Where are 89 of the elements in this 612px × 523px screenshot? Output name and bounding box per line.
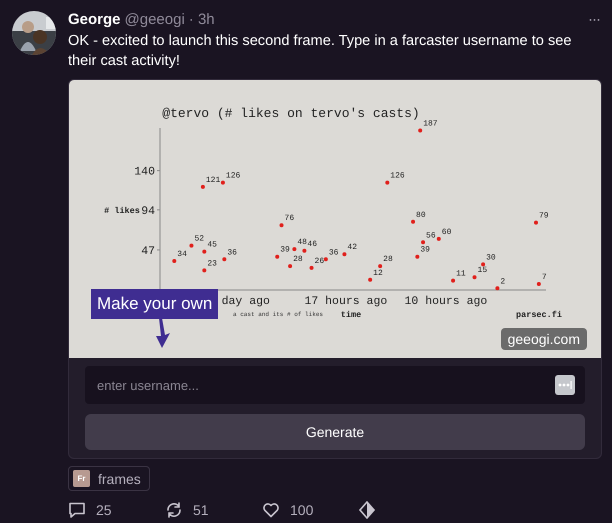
data-point xyxy=(534,220,538,225)
data-label: 60 xyxy=(442,228,452,237)
data-label: 12 xyxy=(373,268,383,278)
data-label: 126 xyxy=(226,172,240,181)
data-point xyxy=(189,244,194,248)
data-label: 48 xyxy=(297,238,307,248)
data-point xyxy=(202,250,206,254)
chart-title: @tervo (# likes on tervo's casts) xyxy=(162,106,420,121)
data-point xyxy=(536,282,541,286)
data-label: 80 xyxy=(416,210,426,220)
post-text: OK - excited to launch this second frame. Type in a farcaster username to see their cast activity! xyxy=(68,32,572,71)
data-point xyxy=(495,286,500,290)
data-label: 76 xyxy=(284,214,294,224)
data-point xyxy=(202,268,206,272)
data-point xyxy=(421,240,426,244)
data-point xyxy=(310,266,314,270)
comment-icon[interactable] xyxy=(68,501,86,519)
action-count: 100 xyxy=(290,502,314,518)
data-label: 52 xyxy=(194,234,204,244)
axis-label: time xyxy=(340,310,362,320)
data-label: 121 xyxy=(206,176,220,185)
tick-label: 10 hours ago xyxy=(404,295,488,308)
heart-icon[interactable] xyxy=(262,501,280,519)
channel-name: frames xyxy=(98,470,141,486)
make-your-own-banner: Make your own xyxy=(91,289,218,319)
generate-button[interactable]: Generate xyxy=(85,414,585,450)
data-label: 2 xyxy=(500,277,506,286)
tick-label: 94 xyxy=(141,204,155,218)
data-point xyxy=(288,264,292,268)
more-button[interactable]: ··· xyxy=(588,11,600,28)
data-point xyxy=(220,180,225,185)
data-point xyxy=(302,248,306,253)
data-label: 42 xyxy=(347,243,358,252)
dots-icon[interactable] xyxy=(555,375,575,395)
data-label: 39 xyxy=(420,246,430,255)
data-label: 56 xyxy=(426,231,436,240)
data-point xyxy=(385,180,390,185)
data-point xyxy=(418,128,422,133)
data-point xyxy=(275,254,280,259)
username-field[interactable]: enter username... xyxy=(85,366,585,404)
data-label: 45 xyxy=(207,240,217,250)
data-label: 39 xyxy=(280,246,290,255)
data-point xyxy=(481,262,486,266)
channel-tag[interactable]: Fr frames xyxy=(68,466,150,491)
data-label: 28 xyxy=(293,255,303,264)
site-badge: geeogi.com xyxy=(500,328,587,350)
data-label: 11 xyxy=(456,270,466,279)
data-point xyxy=(222,257,226,262)
data-point xyxy=(200,184,205,189)
data-label: 30 xyxy=(486,253,496,262)
tick-label: 140 xyxy=(134,166,155,179)
data-label: 126 xyxy=(390,172,405,181)
data-point xyxy=(451,278,456,283)
data-point xyxy=(280,223,284,228)
data-label: 7 xyxy=(542,273,547,282)
data-label: 36 xyxy=(328,248,338,258)
action-count: 25 xyxy=(96,502,112,518)
data-point xyxy=(436,236,441,241)
tick-label: day ago xyxy=(222,295,270,308)
channel-icon: Fr xyxy=(73,470,90,487)
data-point xyxy=(378,264,382,268)
tick-label: 47 xyxy=(141,244,155,258)
data-label: 26 xyxy=(314,256,324,266)
data-point xyxy=(472,275,477,280)
data-label: 23 xyxy=(207,259,217,268)
tick-label: 17 hours ago xyxy=(304,295,388,308)
data-label: 28 xyxy=(383,255,393,264)
data-point xyxy=(292,247,296,252)
axis-label: # likes xyxy=(104,206,140,216)
data-label: 187 xyxy=(423,120,438,129)
data-label: 46 xyxy=(307,240,317,249)
diamond-icon[interactable] xyxy=(359,501,375,519)
data-label: 36 xyxy=(227,248,237,258)
data-point xyxy=(415,254,420,259)
data-point xyxy=(411,220,416,224)
data-point xyxy=(324,257,328,262)
author-handle[interactable]: @geeogi xyxy=(124,11,185,28)
data-point xyxy=(172,259,176,263)
post-time: · 3h xyxy=(188,11,215,28)
data-point xyxy=(342,252,346,256)
data-label: 34 xyxy=(177,250,187,259)
chart-credit: parsec.fi xyxy=(516,310,562,320)
data-point xyxy=(368,278,372,282)
data-label: 79 xyxy=(539,212,549,221)
data-label: 15 xyxy=(478,266,488,276)
action-count: 51 xyxy=(193,502,209,518)
arrow-icon xyxy=(155,318,173,348)
repost-icon[interactable] xyxy=(165,501,183,519)
author-name[interactable]: George xyxy=(68,11,121,28)
